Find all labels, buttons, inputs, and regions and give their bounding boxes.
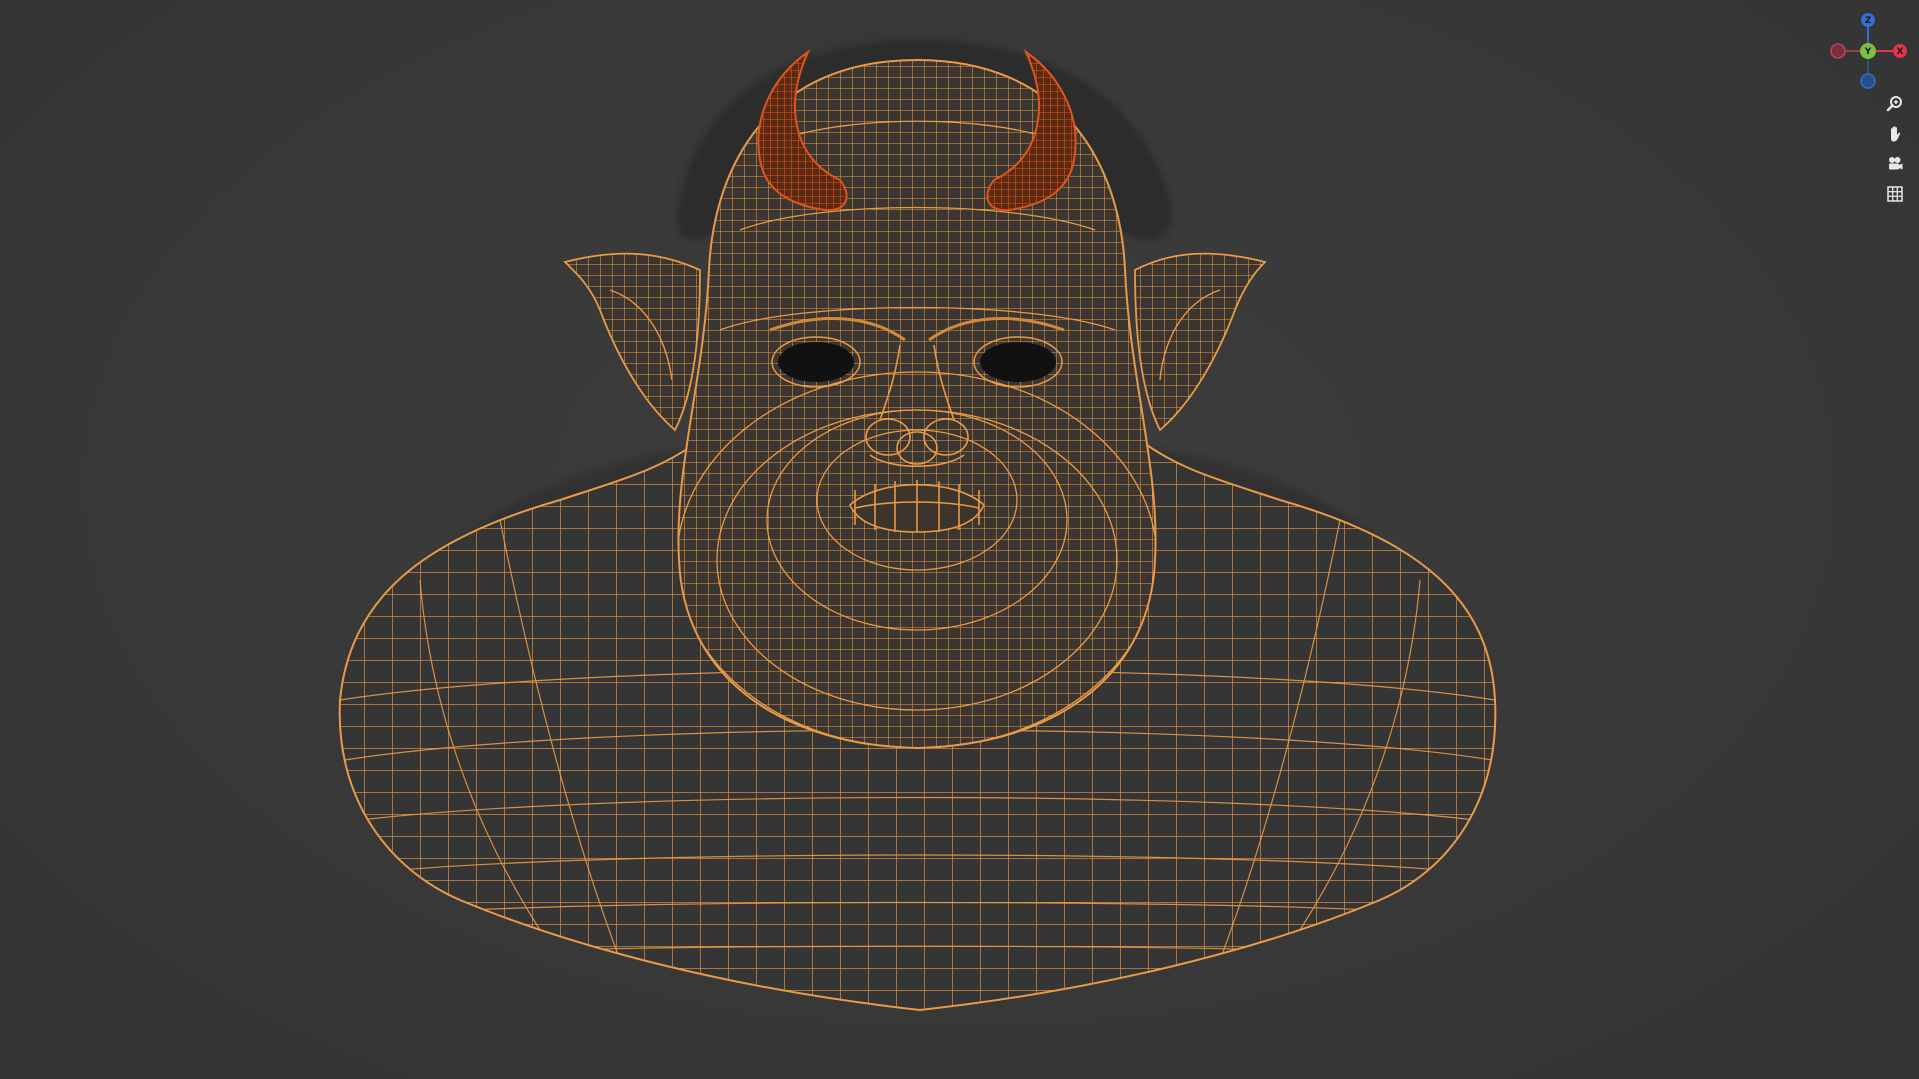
svg-text:Z: Z	[1865, 16, 1872, 26]
axis-z-handle[interactable]: Z	[1861, 13, 1875, 27]
camera-icon	[1889, 157, 1903, 170]
svg-text:X: X	[1897, 47, 1904, 57]
axis-neg-x-handle[interactable]	[1830, 43, 1846, 59]
head-wireframe	[677, 58, 1157, 750]
3d-viewport[interactable]: Z Y X	[0, 0, 1919, 1079]
right-ear-wireframe	[1134, 252, 1267, 432]
left-ear-wireframe	[563, 252, 701, 432]
wireframe-bust-model	[338, 40, 1497, 1012]
pan-button[interactable]	[1883, 122, 1907, 146]
viewport-nav-tools	[1880, 92, 1910, 206]
zoom-icon	[1886, 96, 1902, 112]
zoom-button[interactable]	[1883, 92, 1907, 116]
camera-button[interactable]	[1883, 152, 1907, 176]
left-eye	[778, 342, 854, 382]
axis-gizmo[interactable]: Z Y X	[1820, 8, 1910, 98]
axis-y-handle[interactable]: Y	[1860, 43, 1876, 59]
grid-icon	[1887, 186, 1903, 202]
grid-button[interactable]	[1883, 182, 1907, 206]
hand-icon	[1891, 126, 1901, 142]
right-eye	[980, 342, 1056, 382]
svg-text:Y: Y	[1864, 47, 1872, 57]
axis-neg-z-handle[interactable]	[1860, 73, 1876, 89]
axis-x-handle[interactable]: X	[1893, 44, 1907, 58]
